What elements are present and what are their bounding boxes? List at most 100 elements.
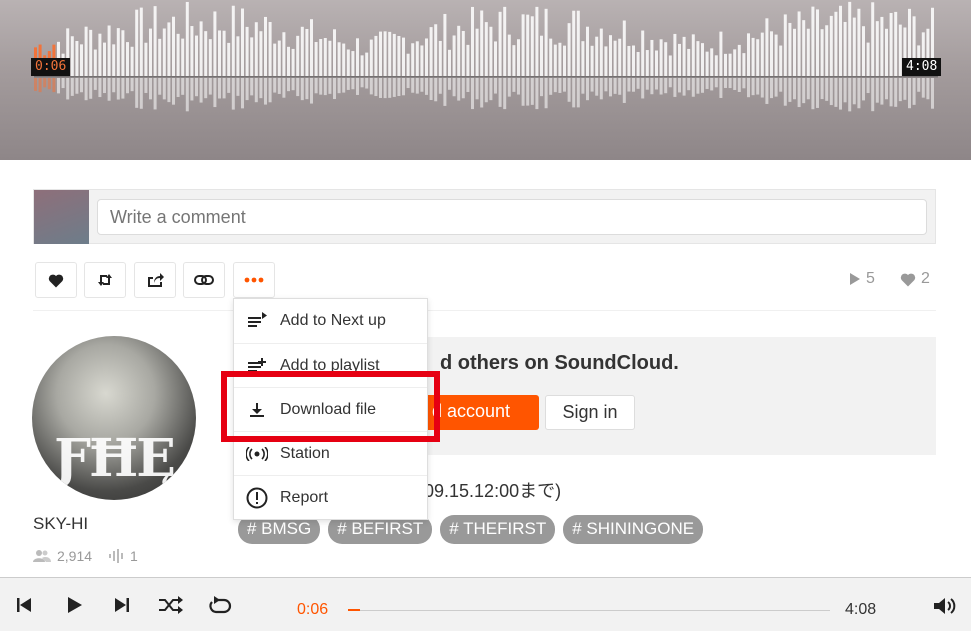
shuffle-icon[interactable] bbox=[158, 596, 184, 614]
waveform-bar bbox=[93, 49, 97, 76]
waveform-bar bbox=[121, 30, 125, 77]
waveform-bar bbox=[696, 41, 700, 76]
waveform-bar bbox=[719, 31, 723, 76]
waveform-bar bbox=[503, 6, 507, 76]
waveform-bar-reflection bbox=[162, 78, 166, 100]
waveform-bar-reflection bbox=[337, 78, 341, 94]
waveform-bar bbox=[452, 35, 456, 76]
waveform-bar-reflection bbox=[678, 78, 681, 93]
waveform-bar-reflection bbox=[866, 78, 870, 94]
menu-item-add-to-next-up[interactable]: Add to Next up bbox=[234, 299, 427, 343]
waveform-bar-reflection bbox=[84, 78, 88, 101]
player-total-time: 4:08 bbox=[845, 601, 877, 618]
waveform-bar bbox=[793, 28, 796, 76]
waveform-bar-reflection bbox=[333, 78, 336, 100]
share-button[interactable] bbox=[134, 262, 176, 298]
waveform-bar bbox=[480, 10, 484, 76]
waveform-bar-reflection bbox=[664, 78, 668, 94]
waveform-bar bbox=[576, 10, 580, 76]
waveform-bar-reflection bbox=[397, 78, 401, 96]
waveform-bar-reflection bbox=[291, 78, 295, 91]
more-button[interactable] bbox=[233, 262, 275, 298]
waveform-bar bbox=[756, 39, 760, 76]
tag[interactable]: # THEFIRST bbox=[440, 515, 556, 544]
menu-item-report[interactable]: Report bbox=[234, 475, 427, 519]
waveform-bar bbox=[742, 53, 746, 76]
sign-in-button[interactable]: Sign in bbox=[545, 395, 635, 430]
play-icon[interactable] bbox=[65, 596, 83, 614]
like-button[interactable] bbox=[35, 262, 77, 298]
waveform-bar-reflection bbox=[374, 78, 378, 97]
repost-icon bbox=[98, 274, 112, 286]
more-icon bbox=[244, 277, 264, 283]
followers-count[interactable]: 2,914 bbox=[57, 548, 92, 564]
waveform-bar-reflection bbox=[484, 78, 488, 103]
player-bar: 0:06 4:08 bbox=[0, 577, 971, 631]
waveform-bar-reflection bbox=[894, 78, 898, 107]
waveform-bar bbox=[287, 46, 290, 76]
waveform-bar-reflection bbox=[383, 78, 387, 99]
waveform-bar bbox=[889, 12, 893, 76]
waveform-bar-reflection bbox=[724, 78, 727, 88]
waveform-bar-reflection bbox=[811, 78, 815, 110]
waveform-bar-reflection bbox=[245, 78, 249, 101]
waveform-bar-reflection bbox=[793, 78, 796, 100]
waveform-bar-reflection bbox=[264, 78, 267, 105]
waveform-bar-reflection bbox=[38, 78, 42, 93]
waveform-bar-reflection bbox=[231, 78, 235, 110]
waveform-bar-reflection bbox=[618, 78, 622, 95]
waveform-bar-reflection bbox=[402, 78, 405, 96]
waveform-bar bbox=[586, 26, 589, 76]
waveform-bar-reflection bbox=[590, 78, 594, 92]
comment-input[interactable] bbox=[97, 199, 927, 235]
waveform-bar bbox=[185, 1, 189, 76]
waveform-bar bbox=[627, 45, 631, 76]
waveform-bar bbox=[760, 32, 764, 76]
waveform-bar bbox=[701, 43, 704, 76]
progress-bar[interactable] bbox=[348, 609, 830, 611]
waveform-bar-reflection bbox=[172, 78, 175, 105]
waveform-bar-reflection bbox=[356, 78, 359, 95]
waveform-bar bbox=[149, 28, 152, 76]
track-description: 09.15.12:00まで) bbox=[424, 481, 562, 501]
waveform-bar bbox=[291, 48, 295, 76]
user-name[interactable]: SKY-HI bbox=[33, 514, 88, 534]
player-current-time: 0:06 bbox=[297, 601, 329, 618]
waveform-bar bbox=[402, 37, 405, 76]
waveform-bar-reflection bbox=[751, 78, 755, 96]
waveform-bar-reflection bbox=[862, 78, 865, 101]
progress-fill bbox=[348, 609, 360, 611]
waveform-bar-reflection bbox=[466, 78, 470, 93]
waveform-bar-reflection bbox=[52, 78, 56, 93]
waveform-bar bbox=[765, 18, 769, 76]
waveform-bar-reflection bbox=[802, 78, 806, 104]
tracks-count[interactable]: 1 bbox=[130, 548, 138, 564]
waveform-bar bbox=[894, 11, 898, 77]
repost-button[interactable] bbox=[84, 262, 126, 298]
menu-item-label: Add to Next up bbox=[280, 312, 386, 329]
waveform-bar bbox=[139, 7, 143, 77]
waveform-bar-reflection bbox=[328, 78, 332, 94]
repeat-icon[interactable] bbox=[207, 596, 233, 616]
waveform-bar-reflection bbox=[227, 78, 231, 93]
copy-link-button[interactable] bbox=[183, 262, 225, 298]
waveform-bar bbox=[443, 13, 447, 76]
next-icon[interactable] bbox=[113, 596, 131, 614]
waveform-bar-reflection bbox=[89, 78, 93, 99]
waveform-bar bbox=[682, 36, 686, 76]
waveform[interactable] bbox=[34, 0, 938, 160]
previous-icon[interactable] bbox=[15, 596, 33, 614]
waveform-bar bbox=[300, 26, 304, 76]
waveform-bar bbox=[144, 42, 148, 76]
tag[interactable]: # SHININGONE bbox=[563, 515, 704, 544]
avatar[interactable]: ƑĦĘ bbox=[32, 336, 196, 500]
waveform-bar-reflection bbox=[158, 78, 162, 95]
waveform-bar-reflection bbox=[645, 78, 649, 90]
waveform-bar-reflection bbox=[259, 78, 263, 99]
waveform-bar bbox=[379, 31, 382, 76]
waveform-bar bbox=[204, 31, 208, 76]
waveform-bar-reflection bbox=[135, 78, 139, 108]
volume-icon[interactable] bbox=[933, 596, 959, 616]
waveform-bar-reflection bbox=[687, 78, 691, 91]
waveform-bar-reflection bbox=[61, 78, 65, 89]
